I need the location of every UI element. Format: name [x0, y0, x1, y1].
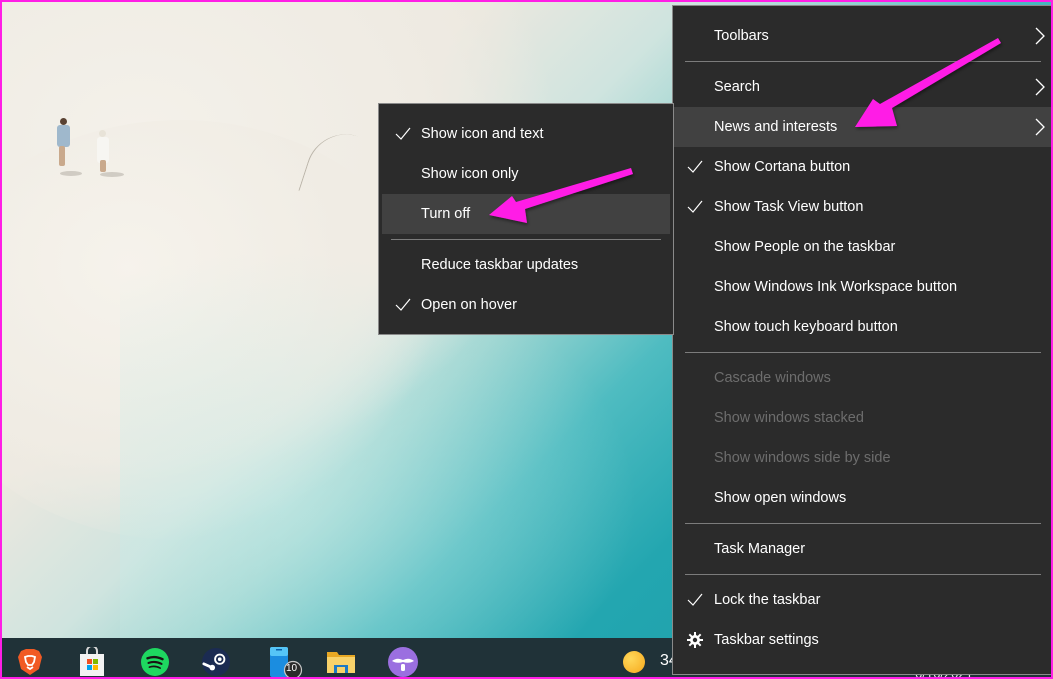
menu-item-show-task-view[interactable]: Show Task View button: [673, 187, 1053, 227]
menu-item-search[interactable]: Search: [673, 67, 1053, 107]
chevron-right-icon: [1035, 78, 1045, 96]
taskbar-context-menu: Toolbars Search News and interests Show …: [672, 5, 1053, 675]
phone-badge: 10: [286, 663, 298, 674]
menu-item-label: Turn off: [421, 206, 471, 222]
menu-item-label: Show Task View button: [714, 199, 864, 215]
menu-item-label: Toolbars: [714, 28, 769, 44]
menu-item-label: Show icon only: [421, 166, 519, 182]
menu-item-label: Taskbar settings: [714, 632, 819, 648]
menu-item-show-people[interactable]: Show People on the taskbar: [673, 227, 1053, 267]
menu-item-toolbars[interactable]: Toolbars: [673, 16, 1053, 56]
steam-icon[interactable]: [202, 648, 230, 676]
chevron-right-icon: [1035, 118, 1045, 136]
checkmark-icon: [687, 159, 703, 175]
phone-icon[interactable]: 10: [268, 647, 304, 678]
menu-item-label: Show windows stacked: [714, 410, 864, 426]
menu-item-show-open-windows[interactable]: Show open windows: [673, 478, 1053, 518]
menu-item-label: Show People on the taskbar: [714, 239, 896, 255]
menu-item-label: Show open windows: [714, 490, 847, 506]
menu-item-lock-taskbar[interactable]: Lock the taskbar: [673, 580, 1053, 620]
menu-separator: [685, 523, 1041, 524]
menu-item-label: Show windows side by side: [714, 450, 891, 466]
menu-item-windows-stacked: Show windows stacked: [673, 398, 1053, 438]
news-and-interests-submenu: Show icon and text Show icon only Turn o…: [378, 103, 674, 335]
menu-item-label: Reduce taskbar updates: [421, 257, 579, 273]
checkmark-icon: [395, 126, 411, 142]
menu-item-label: Lock the taskbar: [714, 592, 821, 608]
weather-sun-icon[interactable]: [623, 651, 645, 673]
menu-item-label: Search: [714, 79, 760, 95]
brave-icon[interactable]: [16, 648, 44, 676]
menu-item-task-manager[interactable]: Task Manager: [673, 529, 1053, 569]
menu-item-label: Task Manager: [714, 541, 806, 557]
submenu-item-show-icon-and-text[interactable]: Show icon and text: [382, 114, 670, 154]
menu-item-show-ink-workspace[interactable]: Show Windows Ink Workspace button: [673, 267, 1053, 307]
folder-icon[interactable]: [326, 648, 356, 676]
menu-item-label: Show touch keyboard button: [714, 319, 898, 335]
menu-item-news-and-interests[interactable]: News and interests: [673, 107, 1053, 147]
menu-item-label: Cascade windows: [714, 370, 831, 386]
menu-item-label: News and interests: [714, 119, 838, 135]
submenu-item-turn-off[interactable]: Turn off: [382, 194, 670, 234]
checkmark-icon: [395, 297, 411, 313]
menu-item-windows-side-by-side: Show windows side by side: [673, 438, 1053, 478]
menu-item-cascade-windows: Cascade windows: [673, 358, 1053, 398]
menu-item-label: Show icon and text: [421, 126, 544, 142]
submenu-item-show-icon-only[interactable]: Show icon only: [382, 154, 670, 194]
menu-separator: [685, 352, 1041, 353]
checkmark-icon: [687, 199, 703, 215]
checkmark-icon: [687, 592, 703, 608]
menu-item-label: Open on hover: [421, 297, 517, 313]
mustache-icon[interactable]: [388, 647, 418, 677]
menu-item-label: Show Windows Ink Workspace button: [714, 279, 958, 295]
menu-item-taskbar-settings[interactable]: Taskbar settings: [673, 620, 1053, 660]
menu-item-show-touch-keyboard[interactable]: Show touch keyboard button: [673, 307, 1053, 347]
menu-item-label: Show Cortana button: [714, 159, 851, 175]
chevron-right-icon: [1035, 27, 1045, 45]
menu-item-show-cortana[interactable]: Show Cortana button: [673, 147, 1053, 187]
gear-icon: [687, 632, 703, 648]
spotify-icon[interactable]: [141, 648, 169, 676]
menu-separator: [391, 239, 661, 240]
store-icon[interactable]: [78, 647, 106, 676]
submenu-item-open-on-hover[interactable]: Open on hover: [382, 285, 670, 325]
menu-separator: [685, 574, 1041, 575]
menu-separator: [685, 61, 1041, 62]
submenu-item-reduce-taskbar-updates[interactable]: Reduce taskbar updates: [382, 245, 670, 285]
